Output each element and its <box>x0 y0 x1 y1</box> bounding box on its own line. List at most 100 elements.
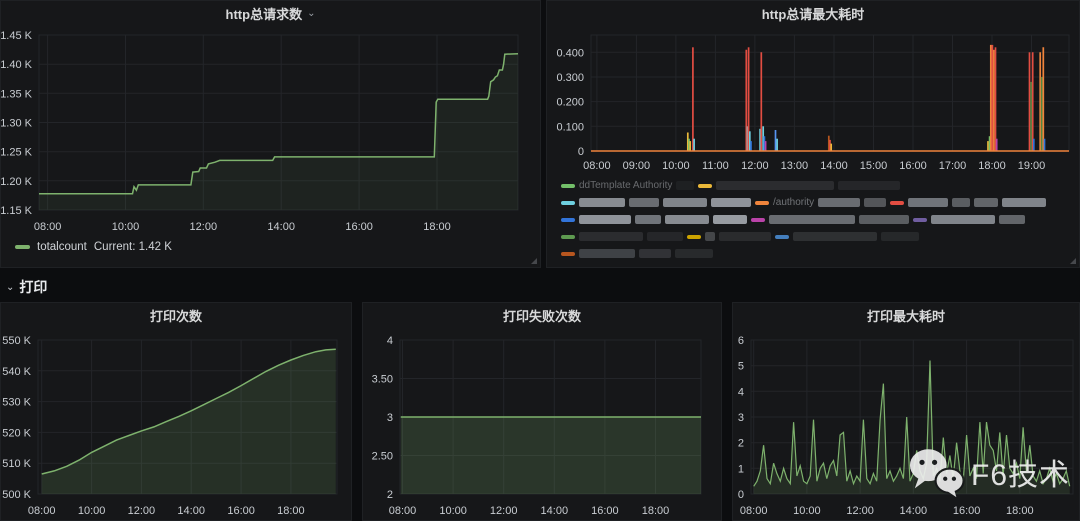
panel-title-print-max-time[interactable]: 打印最大耗时 <box>733 303 1079 328</box>
svg-text:0: 0 <box>738 489 744 501</box>
svg-text:1.25 K: 1.25 K <box>1 147 33 159</box>
print-max-time-chart[interactable]: 012345608:0010:0012:0014:0016:0018:00 <box>733 328 1079 520</box>
redacted-text-block <box>999 215 1025 224</box>
svg-text:2: 2 <box>738 438 744 450</box>
svg-text:18:00: 18:00 <box>1006 505 1034 517</box>
panel-title-text: 打印最大耗时 <box>867 306 945 325</box>
svg-text:4: 4 <box>387 335 393 347</box>
svg-text:14:00: 14:00 <box>900 505 928 517</box>
redacted-text-block <box>864 198 886 207</box>
svg-text:12:00: 12:00 <box>846 505 874 517</box>
legend-item-totalcount[interactable]: totalcount Current: 1.42 K <box>1 236 540 253</box>
panel-http-total-requests: http总请求数 ⌄ 1.15 K1.20 K1.25 K1.30 K1.35 … <box>0 0 541 268</box>
series-color-swatch <box>755 201 769 205</box>
svg-text:1.30 K: 1.30 K <box>1 118 33 130</box>
svg-text:08:00: 08:00 <box>28 505 56 517</box>
redacted-text-block <box>952 198 970 207</box>
series-color-swatch <box>913 218 927 222</box>
redacted-text-block <box>635 215 661 224</box>
redacted-text-block <box>647 232 683 241</box>
redacted-text-block <box>579 215 631 224</box>
legend-row[interactable] <box>561 245 1079 262</box>
panel-title-http-max-time[interactable]: http总请最大耗时 <box>547 1 1079 25</box>
svg-text:11:00: 11:00 <box>702 160 729 172</box>
svg-text:16:00: 16:00 <box>227 505 255 517</box>
legend-row[interactable]: /authority <box>561 194 1079 211</box>
svg-text:10:00: 10:00 <box>793 505 821 517</box>
svg-text:3: 3 <box>738 412 744 424</box>
redacted-text-block <box>629 198 659 207</box>
series-color-swatch <box>561 252 575 256</box>
svg-text:08:00: 08:00 <box>389 505 417 517</box>
redacted-text-block <box>838 181 900 190</box>
panel-resize-handle[interactable] <box>531 258 537 264</box>
redacted-text-block <box>663 198 707 207</box>
svg-text:16:00: 16:00 <box>345 221 373 233</box>
panel-title-print-count[interactable]: 打印次数 <box>1 303 351 328</box>
panel-title-text: http总请求数 <box>226 4 303 23</box>
panel-title-print-failures[interactable]: 打印失败次数 <box>363 303 721 328</box>
panel-title-text: 打印失败次数 <box>503 306 581 325</box>
print-failures-chart[interactable]: 22.5033.50408:0010:0012:0014:0016:0018:0… <box>363 328 721 520</box>
redacted-text-block <box>579 198 625 207</box>
svg-text:09:00: 09:00 <box>623 160 651 172</box>
svg-text:12:00: 12:00 <box>490 505 518 517</box>
panel-http-max-time: http总请最大耗时 00.1000.2000.3000.40008:0009:… <box>546 0 1080 268</box>
svg-text:10:00: 10:00 <box>439 505 467 517</box>
svg-text:08:00: 08:00 <box>34 221 62 233</box>
svg-text:10:00: 10:00 <box>78 505 106 517</box>
panel-title-text: 打印次数 <box>150 306 202 325</box>
redacted-text-block <box>579 249 635 258</box>
svg-text:4: 4 <box>738 386 744 398</box>
legend-row[interactable] <box>561 211 1079 228</box>
redacted-text-block <box>769 215 855 224</box>
redacted-text-block <box>974 198 998 207</box>
svg-text:2.50: 2.50 <box>372 451 393 463</box>
svg-text:0: 0 <box>578 146 584 158</box>
svg-text:14:00: 14:00 <box>541 505 569 517</box>
svg-text:0.300: 0.300 <box>556 72 584 84</box>
row-header-print[interactable]: ⌄ 打印 <box>6 277 47 297</box>
svg-text:18:00: 18:00 <box>277 505 305 517</box>
legend-row[interactable]: ddTemplate Authority <box>561 177 1079 194</box>
redacted-legend: ddTemplate Authority/authority <box>547 175 1079 262</box>
svg-text:3: 3 <box>387 412 393 424</box>
redacted-text-block <box>713 215 747 224</box>
svg-text:18:00: 18:00 <box>423 221 451 233</box>
http-max-time-chart[interactable]: 00.1000.2000.3000.40008:0009:0010:0011:0… <box>547 25 1079 175</box>
svg-text:2: 2 <box>387 489 393 501</box>
panel-title-http-total-requests[interactable]: http总请求数 ⌄ <box>1 1 540 26</box>
panel-print-max-time: 打印最大耗时 012345608:0010:0012:0014:0016:001… <box>732 302 1080 521</box>
series-color-swatch <box>561 235 575 239</box>
redacted-text-block <box>676 181 694 190</box>
svg-text:16:00: 16:00 <box>953 505 981 517</box>
svg-text:1: 1 <box>738 463 744 475</box>
svg-text:14:00: 14:00 <box>820 160 848 172</box>
series-color-swatch <box>15 245 30 249</box>
panel-resize-handle[interactable] <box>1070 258 1076 264</box>
panel-print-failures: 打印失败次数 22.5033.50408:0010:0012:0014:0016… <box>362 302 722 521</box>
svg-text:18:00: 18:00 <box>978 160 1006 172</box>
redacted-text-block <box>705 232 715 241</box>
svg-text:5: 5 <box>738 361 744 373</box>
http-requests-chart[interactable]: 1.15 K1.20 K1.25 K1.30 K1.35 K1.40 K1.45… <box>1 26 540 236</box>
svg-text:520 K: 520 K <box>2 427 31 439</box>
svg-text:530 K: 530 K <box>2 397 31 409</box>
svg-text:1.45 K: 1.45 K <box>1 30 33 42</box>
chevron-down-icon: ⌄ <box>307 8 315 19</box>
legend-text-fragment: /authority <box>773 197 814 208</box>
legend-row[interactable] <box>561 228 1079 245</box>
redacted-text-block <box>675 249 713 258</box>
print-count-chart[interactable]: 500 K510 K520 K530 K540 K550 K08:0010:00… <box>1 328 351 520</box>
redacted-text-block <box>579 232 643 241</box>
row-header-label: 打印 <box>19 277 47 297</box>
svg-text:14:00: 14:00 <box>267 221 295 233</box>
series-color-swatch <box>687 235 701 239</box>
series-color-swatch <box>698 184 712 188</box>
svg-text:1.35 K: 1.35 K <box>1 88 33 100</box>
series-color-swatch <box>561 184 575 188</box>
redacted-text-block <box>719 232 771 241</box>
svg-text:15:00: 15:00 <box>860 160 888 172</box>
series-color-swatch <box>751 218 765 222</box>
svg-text:0.400: 0.400 <box>556 47 584 59</box>
